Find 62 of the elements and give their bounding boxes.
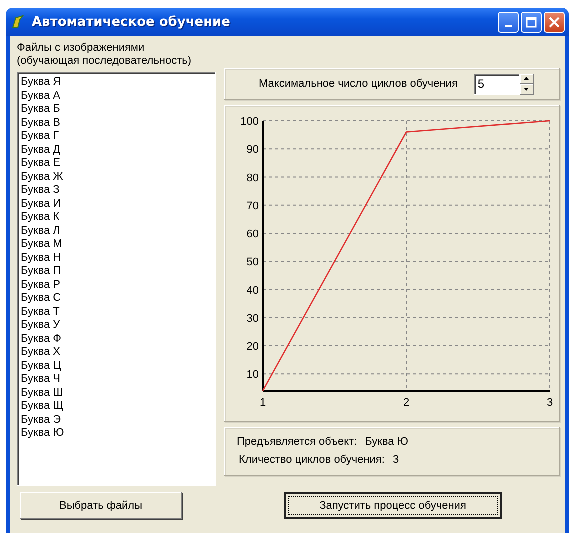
file-list-item[interactable]: Буква Ц [21, 360, 212, 373]
axis-tick-label: 40 [246, 284, 259, 297]
axis-tick-label: 10 [246, 369, 259, 382]
file-list-item[interactable]: Буква А [21, 90, 212, 103]
axis-tick-label: 100 [240, 116, 259, 128]
file-list-item[interactable]: Буква Д [21, 144, 212, 157]
minimize-icon [505, 25, 512, 27]
file-list-item[interactable]: Буква М [21, 238, 212, 252]
max-cycles-field[interactable]: 5 [474, 74, 520, 94]
file-list-item[interactable]: Буква Ш [21, 386, 212, 400]
close-button[interactable] [544, 12, 565, 32]
up-arrow-icon [524, 77, 530, 80]
file-list-item[interactable]: Буква Ф [21, 332, 212, 346]
choose-files-button[interactable]: Выбрать файлы [20, 492, 182, 519]
axis-tick-label: 1 [260, 397, 266, 409]
axis-tick-label: 60 [246, 228, 259, 240]
file-list-item[interactable]: Буква Щ [21, 400, 212, 414]
axis-tick-label: 30 [246, 312, 259, 325]
file-list-item[interactable]: Буква Б [21, 103, 212, 116]
axis-tick-label: 2 [403, 397, 410, 409]
maximize-button[interactable] [521, 12, 542, 32]
start-training-button[interactable]: Запустить процесс обучения [284, 492, 502, 519]
maximize-icon [526, 16, 537, 28]
app-icon [10, 14, 26, 30]
axis-tick-label: 50 [246, 256, 259, 269]
spin-up-button[interactable] [520, 74, 534, 84]
down-arrow-icon [524, 88, 530, 91]
info-value: Буква Ю [365, 436, 408, 448]
file-list-item[interactable]: Буква Н [21, 252, 212, 265]
file-list-item[interactable]: Буква К [21, 211, 212, 224]
close-icon [549, 16, 560, 28]
minimize-button[interactable] [498, 12, 519, 32]
file-list-item[interactable]: Буква П [21, 265, 212, 278]
info-value: 3 [392, 454, 400, 466]
axis-tick-label: 70 [246, 200, 259, 212]
files-label: (обучающая последовательность) [17, 55, 193, 68]
file-list-item[interactable]: Буква С [21, 292, 212, 306]
spin-down-button[interactable] [520, 84, 534, 94]
file-list-item[interactable]: Буква Е [21, 157, 212, 170]
axis-tick-label: 80 [246, 172, 259, 184]
axis-tick-label: 90 [246, 144, 259, 156]
file-list-item[interactable]: Буква Л [21, 224, 212, 238]
window-title: Автоматическое обучение [32, 14, 230, 30]
file-list-item[interactable]: Буква У [21, 319, 212, 332]
file-list-item[interactable]: Буква В [21, 116, 212, 130]
file-list-item[interactable]: Буква Ж [21, 170, 212, 184]
info-label: Предъявляется объект: [237, 436, 358, 448]
file-list-item[interactable]: Буква Г [21, 130, 212, 144]
file-list-item[interactable]: Буква Я [21, 76, 212, 90]
file-list-item[interactable]: Буква Ч [21, 373, 212, 386]
file-list-item[interactable]: Буква З [21, 184, 212, 198]
file-list-item[interactable]: Буква Т [21, 306, 212, 319]
file-list-item[interactable]: Буква Ю [21, 427, 212, 440]
max-cycles-label: Максимальное число циклов обучения [259, 78, 458, 90]
files-label: Файлы с изображениями [17, 42, 146, 55]
file-list-item[interactable]: Буква Р [21, 278, 212, 292]
file-list-item[interactable]: Буква Х [21, 346, 212, 360]
axis-tick-label: 20 [246, 341, 259, 353]
file-list-item[interactable]: Буква Э [21, 414, 212, 427]
axis-tick-label: 3 [546, 397, 554, 409]
info-label: Кличество циклов обучения: [239, 454, 385, 466]
file-list-item[interactable]: Буква И [21, 198, 212, 211]
